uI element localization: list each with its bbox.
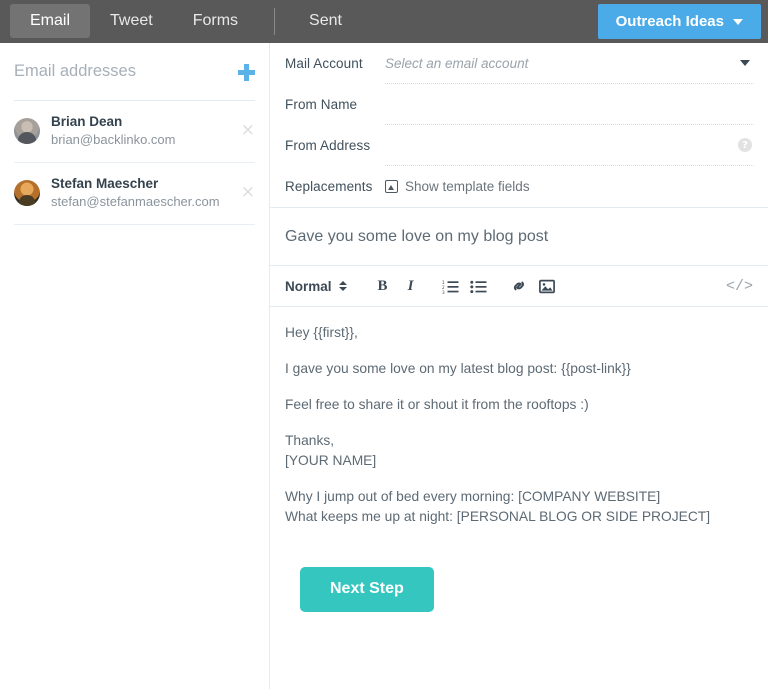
from-name-input[interactable] xyxy=(385,84,754,125)
avatar xyxy=(14,179,40,206)
show-template-fields-button[interactable]: Show template fields xyxy=(385,179,530,194)
tab-email[interactable]: Email xyxy=(10,4,91,38)
tab-sent[interactable]: Sent xyxy=(289,4,362,38)
outreach-ideas-button[interactable]: Outreach Ideas xyxy=(597,4,761,39)
contact-email: brian@backlinko.com xyxy=(51,132,176,148)
email-addresses-sidebar: Email addresses Brian Dean brian@backlin… xyxy=(0,43,270,689)
footer-line-1: Why I jump out of bed every morning: [CO… xyxy=(285,489,661,504)
body-paragraph: Hey {{first}}, xyxy=(285,325,358,340)
chevron-down-icon xyxy=(740,60,750,66)
from-name-label: From Name xyxy=(285,97,358,112)
nav-divider xyxy=(274,8,276,35)
link-icon[interactable] xyxy=(508,275,530,297)
contact-details: Brian Dean brian@backlinko.com xyxy=(51,113,233,149)
next-step-button[interactable]: Next Step xyxy=(300,567,434,612)
close-icon[interactable]: × xyxy=(233,122,255,139)
body-paragraph: Feel free to share it or shout it from t… xyxy=(285,397,589,412)
tab-tweet[interactable]: Tweet xyxy=(90,4,173,38)
tab-tweet-label: Tweet xyxy=(110,12,153,29)
editor-toolbar: Normal B I 1 2 3 </> xyxy=(270,266,768,307)
tab-forms[interactable]: Forms xyxy=(173,4,258,38)
replacements-row: Replacements Show template fields xyxy=(270,166,768,207)
from-address-row: From Address ? xyxy=(270,125,768,166)
ordered-list-icon[interactable]: 1 2 3 xyxy=(440,275,462,297)
mail-account-select[interactable]: Select an email account xyxy=(385,43,754,84)
show-template-fields-label: Show template fields xyxy=(405,179,530,194)
template-fields-icon xyxy=(385,180,398,193)
outreach-ideas-label: Outreach Ideas xyxy=(615,13,724,30)
list-item[interactable]: Brian Dean brian@backlinko.com × xyxy=(14,101,255,163)
italic-button[interactable]: I xyxy=(400,275,422,297)
replacements-control: Show template fields xyxy=(385,166,754,207)
subject-input[interactable]: Gave you some love on my blog post xyxy=(285,228,548,246)
email-body-editor[interactable]: Hey {{first}}, I gave you some love on m… xyxy=(270,307,768,689)
sidebar-title: Email addresses xyxy=(14,62,136,80)
bold-button[interactable]: B xyxy=(372,275,394,297)
avatar xyxy=(14,117,40,144)
subject-row[interactable]: Gave you some love on my blog post xyxy=(270,208,768,266)
add-email-address-plus-icon[interactable] xyxy=(237,63,255,81)
from-address-input[interactable]: ? xyxy=(385,125,754,166)
email-settings-form: Mail Account Select an email account Fro… xyxy=(270,43,768,208)
contact-details: Stefan Maescher stefan@stefanmaescher.co… xyxy=(51,175,233,211)
close-icon[interactable]: × xyxy=(233,184,255,201)
contact-name: Brian Dean xyxy=(51,114,123,129)
footer-line-2: What keeps me up at night: [PERSONAL BLO… xyxy=(285,509,711,524)
text-style-label: Normal xyxy=(285,278,332,294)
top-navigation-bar: Email Tweet Forms Sent Outreach Ideas xyxy=(0,0,768,43)
updown-arrows-icon xyxy=(338,281,347,291)
help-icon[interactable]: ? xyxy=(738,138,752,152)
mail-account-label: Mail Account xyxy=(285,56,363,71)
text-style-dropdown[interactable]: Normal xyxy=(285,279,347,294)
mail-account-row: Mail Account Select an email account xyxy=(270,43,768,84)
code-view-button[interactable]: </> xyxy=(726,275,753,297)
replacements-label: Replacements xyxy=(285,179,373,194)
body-paragraph: I gave you some love on my latest blog p… xyxy=(285,361,631,376)
page-body: Email addresses Brian Dean brian@backlin… xyxy=(0,43,768,689)
tab-sent-label: Sent xyxy=(309,12,342,29)
list-item[interactable]: Stefan Maescher stefan@stefanmaescher.co… xyxy=(14,163,255,225)
sidebar-header: Email addresses xyxy=(14,43,255,101)
signoff-line-1: Thanks, xyxy=(285,433,335,448)
contact-name: Stefan Maescher xyxy=(51,175,159,191)
compose-panel: Mail Account Select an email account Fro… xyxy=(270,43,768,689)
svg-text:3: 3 xyxy=(442,290,445,294)
tab-forms-label: Forms xyxy=(192,12,239,29)
from-name-row: From Name xyxy=(270,84,768,125)
image-icon[interactable] xyxy=(536,275,558,297)
next-step-container: Next Step xyxy=(285,543,753,612)
chevron-down-icon xyxy=(733,18,743,25)
signoff-line-2: [YOUR NAME] xyxy=(285,453,377,468)
contact-email: stefan@stefanmaescher.com xyxy=(51,193,220,209)
mail-account-placeholder: Select an email account xyxy=(385,55,529,71)
from-address-label: From Address xyxy=(285,138,371,153)
tab-email-label: Email xyxy=(30,12,71,29)
bullet-list-icon[interactable] xyxy=(468,275,490,297)
